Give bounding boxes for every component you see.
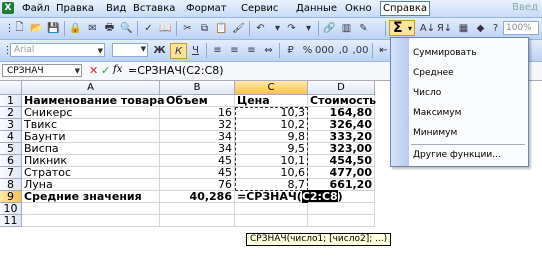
menu-item-sum[interactable]: Суммировать [413,48,477,58]
sort-ascending-icon[interactable]: A↓ [420,21,435,35]
table-cell[interactable] [22,215,160,227]
sort-descending-icon[interactable]: Я↓ [437,21,452,35]
align-right-icon[interactable]: ≡ [244,43,259,57]
help-icon[interactable]: ? [488,21,503,35]
new-document-icon[interactable]: 🗋 [12,21,27,35]
menu-item-average[interactable]: Среднее [413,68,454,78]
currency-icon[interactable]: ₽ [283,43,298,57]
menu-view[interactable]: Вид [106,3,126,14]
editing-cell[interactable]: =СРЗНАЧ(C2:C8) [235,190,343,203]
copy-icon[interactable]: ⧉ [197,21,212,35]
zoom-select[interactable]: 100% [503,21,539,35]
autosum-button[interactable]: Σ ▾ [389,20,415,36]
permission-icon[interactable]: 🔒 [68,21,83,35]
table-cell[interactable] [308,203,375,215]
print-icon[interactable]: 🖶 [102,21,117,35]
menu-data[interactable]: Данные [296,3,337,14]
email-icon[interactable]: ✉ [85,21,100,35]
drawing-icon[interactable]: ✎ [356,21,371,35]
decrease-decimal-icon[interactable]: ,00 [353,43,369,57]
menu-item-more-functions[interactable]: Другие функции... [413,150,501,160]
function-tooltip: СРЗНАЧ(число1; [число2]; ...) [246,233,392,246]
hyperlink-icon[interactable]: 🔗 [322,21,337,35]
menu-help[interactable]: Справка [380,1,431,16]
chevron-down-icon: ▼ [97,47,103,55]
italic-icon[interactable]: К [170,43,187,59]
menu-item-count[interactable]: Число [413,88,441,98]
table-cell[interactable] [235,215,308,227]
menu-format[interactable]: Формат [186,3,227,14]
excel-window: X Файл Правка Вид Вставка Формат Сервис … [0,0,542,261]
menu-tools[interactable]: Сервис [241,3,278,14]
drawing-toolbar-icon[interactable]: ◆ [473,21,488,35]
edit-formula-prefix: =СРЗНАЧ( [237,190,302,203]
chevron-down-icon: ▼ [140,45,146,53]
redo-dropdown-icon[interactable]: ▾ [301,21,316,35]
table-cell[interactable] [235,203,308,215]
column-header-c[interactable]: C [235,81,308,95]
redo-icon[interactable]: ↷ [284,21,299,35]
excel-app-icon[interactable]: X [2,2,14,14]
column-header-b[interactable]: B [160,81,235,95]
cut-icon[interactable]: ✂ [180,21,195,35]
bold-icon[interactable]: Ж [152,43,167,57]
underline-icon[interactable]: Ч [188,43,203,57]
format-painter-icon[interactable]: 🖌 [231,21,246,35]
undo-dropdown-icon[interactable]: ▾ [270,21,285,35]
thousands-icon[interactable]: 000 [315,43,334,57]
chevron-down-icon: ▾ [407,24,412,33]
align-left-icon[interactable]: ≡ [210,43,225,57]
save-icon[interactable]: 💾 [46,21,61,35]
menu-separator [411,144,525,145]
menu-insert[interactable]: Вставка [133,3,175,14]
font-size-select[interactable]: ▼ [112,43,148,57]
cancel-icon[interactable]: ✕ [89,64,98,77]
undo-icon[interactable]: ↶ [253,21,268,35]
chevron-down-icon: ▼ [74,67,80,75]
spelling-icon[interactable]: ✓ [141,21,156,35]
name-box[interactable]: СРЗНАЧ ▼ [2,64,82,77]
open-folder-icon[interactable]: 📂 [29,21,44,35]
formula-input[interactable]: =СРЗНАЧ(C2:C8) [128,64,224,77]
menu-item-min[interactable]: Минимум [413,128,457,138]
percent-icon[interactable]: % [300,43,315,57]
merge-center-icon[interactable]: ⇔ [261,43,276,57]
menu-bar: X Файл Правка Вид Вставка Формат Сервис … [0,0,542,18]
average-volume-cell[interactable]: 40,286 [160,191,235,203]
chart-wizard-icon[interactable]: ▥ [339,21,354,35]
paste-icon[interactable]: 📋 [214,21,229,35]
row-header[interactable]: 11 [0,215,22,227]
table-cell[interactable] [308,191,375,203]
table-cell[interactable] [22,203,160,215]
print-preview-icon[interactable]: 🔍 [119,21,134,35]
help-search-hint[interactable]: Введ [512,2,538,13]
research-icon[interactable]: 📖 [158,21,173,35]
increase-decimal-icon[interactable]: ,0 [336,43,351,57]
select-all-corner[interactable] [0,81,22,95]
average-label-cell[interactable]: Средние значения [22,191,160,203]
decrease-indent-icon[interactable]: ⇤ [376,43,391,57]
autosum-dropdown-menu: Суммировать Среднее Число Максимум Миним… [390,37,529,167]
font-name-select[interactable]: Arial ▼ [10,43,105,57]
column-header-d[interactable]: D [308,81,375,95]
align-center-icon[interactable]: ≡ [227,43,242,57]
insert-function-icon[interactable]: fx [113,64,122,75]
menu-icon-strip [391,38,409,166]
chart-icon[interactable]: ▦ [456,21,471,35]
table-cell[interactable] [308,215,375,227]
column-header-a[interactable]: A [22,81,160,95]
menu-item-max[interactable]: Максимум [413,108,461,118]
menu-window[interactable]: Окно [345,3,372,14]
menu-file[interactable]: Файл [22,3,50,14]
enter-icon[interactable]: ✓ [101,64,110,77]
table-cell[interactable] [160,203,235,215]
menu-edit[interactable]: Правка [56,3,94,14]
table-cell[interactable] [160,215,235,227]
